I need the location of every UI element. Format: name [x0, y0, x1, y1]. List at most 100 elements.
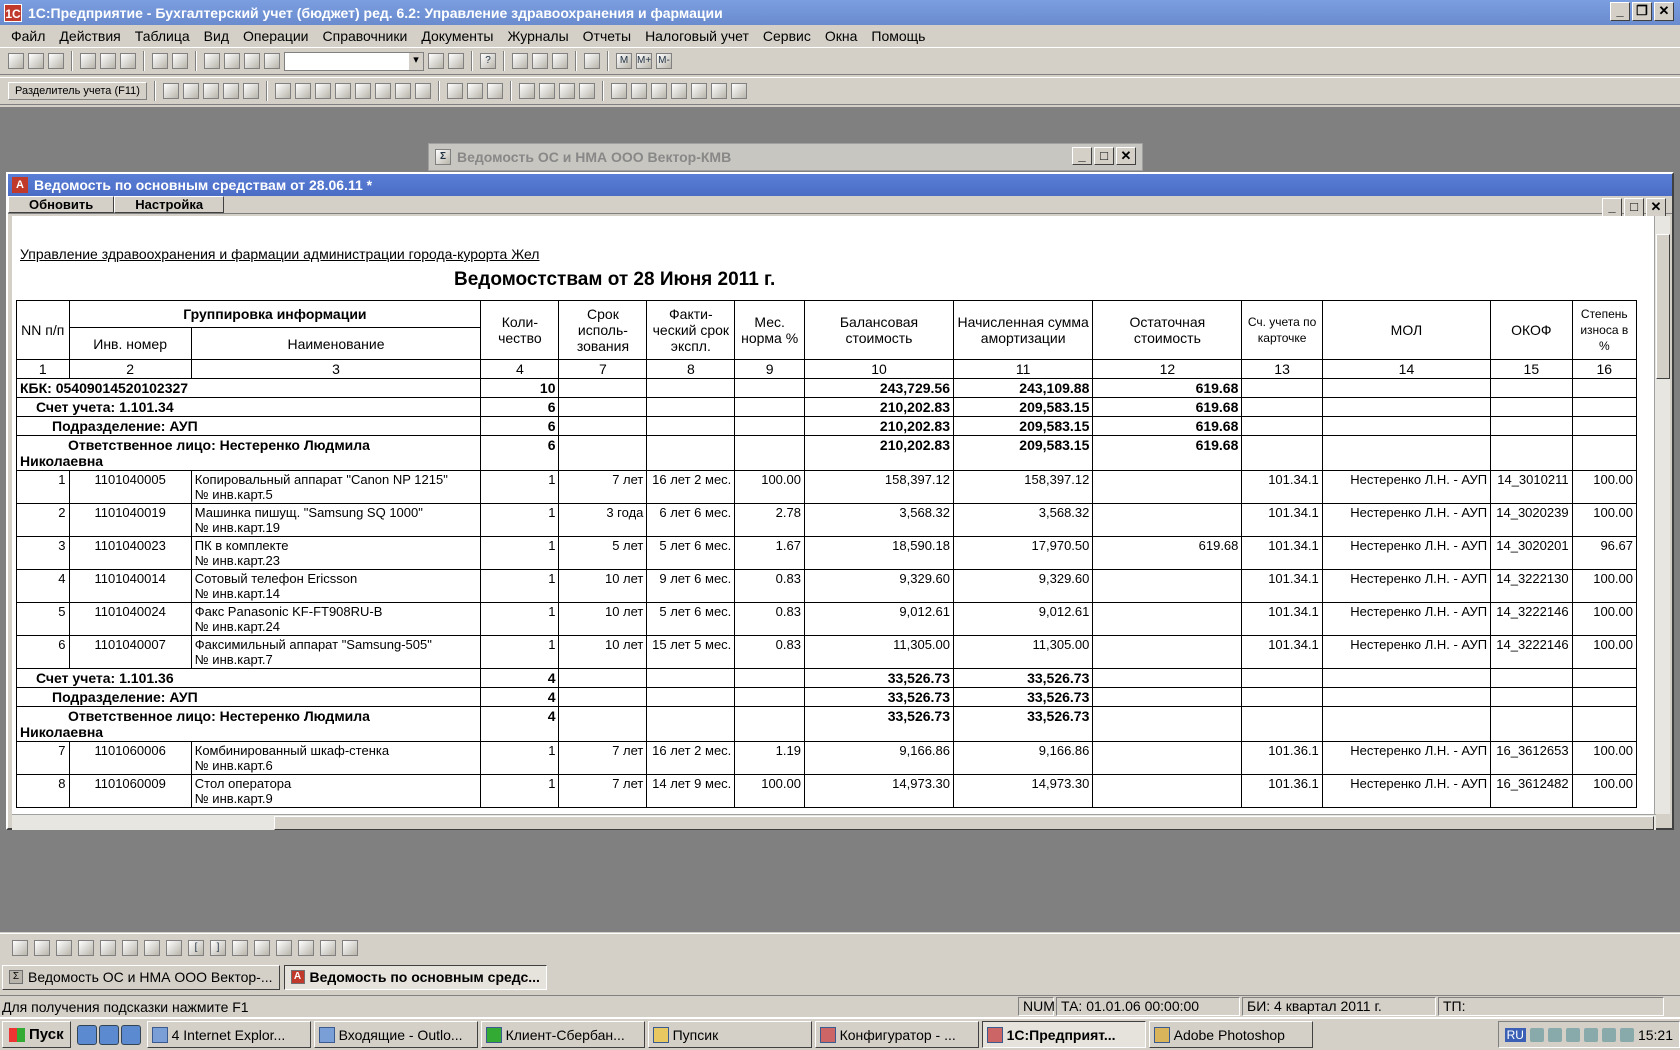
- picture-icon[interactable]: [100, 939, 116, 956]
- menu-journals[interactable]: Журналы: [501, 28, 576, 44]
- tray-volume-icon[interactable]: [1619, 1027, 1634, 1042]
- report-grid-icon[interactable]: [294, 83, 311, 99]
- globe-icon[interactable]: [518, 83, 535, 99]
- minimize-button[interactable]: _: [1610, 2, 1630, 21]
- book-icon[interactable]: [584, 53, 600, 69]
- tab-vedomost-os-nma[interactable]: Σ Ведомость ОС и НМА ООО Вектор-...: [2, 964, 280, 990]
- table-edit-icon[interactable]: [276, 939, 292, 956]
- tray-network-icon[interactable]: [1529, 1027, 1544, 1042]
- report-minimize-button[interactable]: _: [1602, 198, 1622, 217]
- menu-references[interactable]: Справочники: [316, 28, 415, 44]
- report-maximize-button[interactable]: □: [1624, 198, 1644, 217]
- restore-button[interactable]: ❐: [1632, 2, 1652, 21]
- task-1c[interactable]: 1С:Предприят...: [981, 1021, 1146, 1048]
- memory-minus-icon[interactable]: M-: [656, 53, 672, 69]
- horizontal-scroll-thumb[interactable]: [274, 816, 1654, 830]
- card-icon[interactable]: [374, 83, 391, 99]
- entries-journal-icon[interactable]: [202, 83, 219, 99]
- fixed-table-icon[interactable]: [342, 939, 358, 956]
- tray-antivirus-icon[interactable]: [1547, 1027, 1562, 1042]
- staff-icon[interactable]: [670, 83, 687, 99]
- calculator-icon[interactable]: [512, 53, 528, 69]
- find-icon[interactable]: [264, 53, 280, 69]
- settings-button[interactable]: Настройка: [114, 196, 225, 213]
- bracket-left-icon[interactable]: [: [188, 939, 204, 956]
- grid-icon[interactable]: [78, 939, 94, 956]
- report-sheet[interactable]: Управление здравоохранения и фармации ад…: [12, 216, 1656, 814]
- copy-icon[interactable]: [100, 53, 116, 69]
- ledger-icon[interactable]: [414, 83, 431, 99]
- tray-mail-icon[interactable]: [1565, 1027, 1580, 1042]
- find-prev-icon[interactable]: [448, 53, 464, 69]
- ie2-quicklaunch-icon[interactable]: [120, 1024, 141, 1045]
- payroll-icon[interactable]: [690, 83, 707, 99]
- vertical-scroll-thumb[interactable]: [1656, 234, 1670, 379]
- print-icon[interactable]: [152, 53, 168, 69]
- memory-plus-icon[interactable]: M+: [636, 53, 652, 69]
- close-button[interactable]: ✕: [1654, 2, 1674, 21]
- reference-icon[interactable]: [552, 53, 568, 69]
- tools-icon[interactable]: [578, 83, 595, 99]
- chart-of-accounts-icon[interactable]: [162, 83, 179, 99]
- family-icon[interactable]: [730, 83, 747, 99]
- menu-view[interactable]: Вид: [197, 28, 236, 44]
- memory-m-icon[interactable]: M: [616, 53, 632, 69]
- bg-maximize-button[interactable]: □: [1094, 147, 1114, 165]
- select-icon[interactable]: [204, 53, 220, 69]
- rectangle-icon[interactable]: [34, 939, 50, 956]
- ie-quicklaunch-icon[interactable]: [76, 1024, 97, 1045]
- help-icon[interactable]: ?: [480, 53, 496, 69]
- bg-minimize-button[interactable]: _: [1072, 147, 1092, 165]
- ruler-icon[interactable]: [298, 939, 314, 956]
- tree-icon[interactable]: [232, 939, 248, 956]
- pointer-icon[interactable]: [144, 939, 160, 956]
- save-icon[interactable]: [48, 53, 64, 69]
- ole-object-icon[interactable]: [122, 939, 138, 956]
- report-3-icon[interactable]: [486, 83, 503, 99]
- cash-icon[interactable]: [630, 83, 647, 99]
- open-folder-icon[interactable]: [28, 53, 44, 69]
- tab-vedomost-os[interactable]: A Ведомость по основным средс...: [283, 964, 547, 990]
- undo-icon[interactable]: [224, 53, 240, 69]
- tray-bluetooth-icon[interactable]: [1601, 1027, 1616, 1042]
- menu-operations[interactable]: Операции: [236, 28, 316, 44]
- operations-journal-icon[interactable]: [182, 83, 199, 99]
- menu-service[interactable]: Сервис: [756, 28, 818, 44]
- horizontal-scrollbar[interactable]: [12, 814, 1656, 830]
- person-icon[interactable]: [710, 83, 727, 99]
- book-red-icon[interactable]: [650, 83, 667, 99]
- menu-actions[interactable]: Действия: [52, 28, 127, 44]
- line-icon[interactable]: [12, 939, 28, 956]
- task-outlook[interactable]: Входящие - Outlo...: [313, 1021, 478, 1048]
- exchange-icon[interactable]: [558, 83, 575, 99]
- debit-credit-icon[interactable]: [222, 83, 239, 99]
- frame-icon[interactable]: [166, 939, 182, 956]
- menu-documents[interactable]: Документы: [414, 28, 500, 44]
- print-preview-icon[interactable]: [172, 53, 188, 69]
- report-1-icon[interactable]: [446, 83, 463, 99]
- accounting-separator-button[interactable]: Разделитель учета (F11): [8, 82, 147, 100]
- menu-tax[interactable]: Налоговый учет: [638, 28, 756, 44]
- delete-cells-icon[interactable]: [320, 939, 336, 956]
- task-folder[interactable]: Пупсик: [647, 1021, 812, 1048]
- analysis-icon[interactable]: [394, 83, 411, 99]
- vertical-scrollbar[interactable]: [1654, 216, 1670, 814]
- turnover-icon[interactable]: [334, 83, 351, 99]
- task-photoshop[interactable]: Adobe Photoshop: [1148, 1021, 1313, 1048]
- filter-icon[interactable]: [242, 83, 259, 99]
- filled-rectangle-icon[interactable]: [56, 939, 72, 956]
- bg-close-button[interactable]: ✕: [1116, 147, 1136, 165]
- checker-report-icon[interactable]: [314, 83, 331, 99]
- bracket-right-icon[interactable]: ]: [210, 939, 226, 956]
- task-internet-explorer[interactable]: 4 Internet Explor...: [146, 1021, 311, 1048]
- task-configurator[interactable]: Конфигуратор - ...: [814, 1021, 979, 1048]
- cut-icon[interactable]: [80, 53, 96, 69]
- balance-icon[interactable]: [354, 83, 371, 99]
- menu-reports[interactable]: Отчеты: [576, 28, 638, 44]
- table-cells-icon[interactable]: [254, 939, 270, 956]
- report-close-button[interactable]: ✕: [1646, 198, 1666, 217]
- search-combo[interactable]: [284, 51, 424, 71]
- refresh-button[interactable]: Обновить: [8, 196, 115, 213]
- start-button[interactable]: Пуск: [2, 1021, 71, 1048]
- report-table-icon[interactable]: [274, 83, 291, 99]
